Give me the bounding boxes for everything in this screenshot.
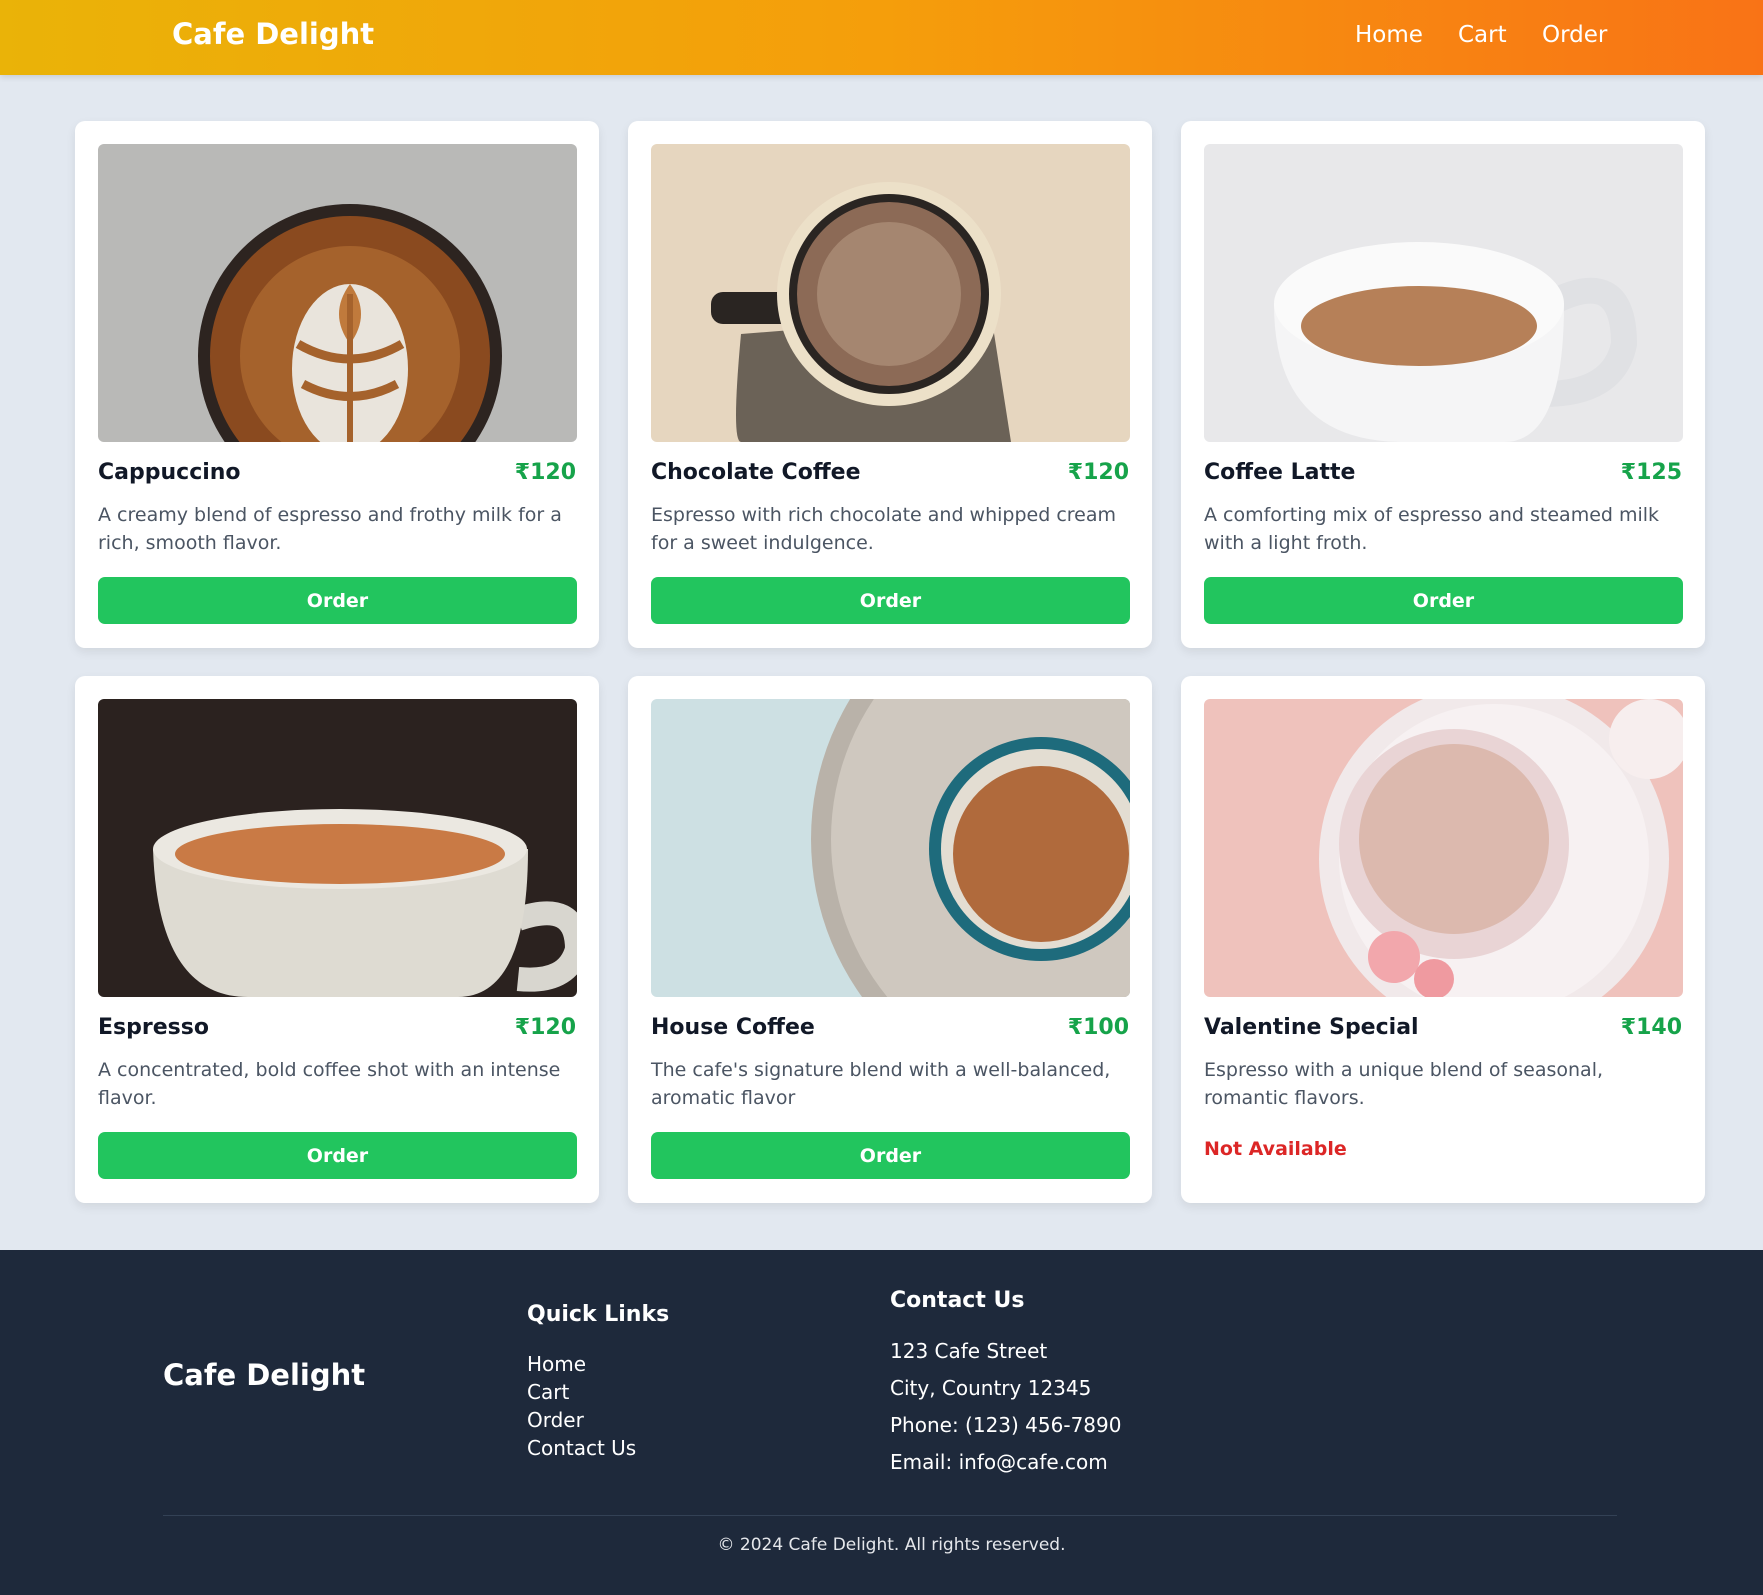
- contact-heading: Contact Us: [890, 1288, 1025, 1313]
- product-description: Espresso with a unique blend of seasonal…: [1204, 1059, 1604, 1109]
- contact-city: City, Country 12345: [890, 1376, 1092, 1400]
- product-name: Valentine Special: [1204, 1015, 1419, 1040]
- footer-link-cart[interactable]: Cart: [527, 1380, 569, 1404]
- product-price: ₹125: [1620, 460, 1682, 485]
- footer-divider: [163, 1515, 1617, 1516]
- product-price: ₹100: [1067, 1015, 1129, 1040]
- nav-cart[interactable]: Cart: [1458, 22, 1507, 48]
- product-card-house-coffee: House Coffee ₹100 The cafe's signature b…: [628, 676, 1152, 1203]
- brand-logo[interactable]: Cafe Delight: [172, 17, 374, 51]
- contact-address: 123 Cafe Street: [890, 1339, 1048, 1363]
- contact-email: Email: info@cafe.com: [890, 1450, 1108, 1474]
- order-button-cappuccino[interactable]: Order: [98, 577, 577, 624]
- nav-home[interactable]: Home: [1355, 22, 1423, 48]
- product-name: House Coffee: [651, 1015, 815, 1040]
- product-description: A comforting mix of espresso and steamed…: [1204, 504, 1660, 554]
- product-price: ₹120: [514, 460, 576, 485]
- product-name: Espresso: [98, 1015, 209, 1040]
- espresso-photo: [98, 699, 577, 997]
- order-button-espresso[interactable]: Order: [98, 1132, 577, 1179]
- product-card-coffee-latte: Coffee Latte ₹125 A comforting mix of es…: [1181, 121, 1705, 648]
- product-name: Chocolate Coffee: [651, 460, 861, 485]
- house-coffee-photo: [651, 699, 1130, 997]
- copyright-text: © 2024 Cafe Delight. All rights reserved…: [717, 1535, 1066, 1555]
- product-name: Coffee Latte: [1204, 460, 1356, 485]
- order-button-coffee-latte[interactable]: Order: [1204, 577, 1683, 624]
- order-button-chocolate-coffee[interactable]: Order: [651, 577, 1130, 624]
- site-header: Cafe Delight Home Cart Order: [0, 0, 1763, 75]
- footer-link-contact[interactable]: Contact Us: [527, 1436, 636, 1460]
- chocolate-coffee-photo: [651, 144, 1130, 442]
- product-card-cappuccino: Cappuccino ₹120 A creamy blend of espres…: [75, 121, 599, 648]
- footer-link-home[interactable]: Home: [527, 1352, 586, 1376]
- product-name: Cappuccino: [98, 460, 241, 485]
- product-description: A creamy blend of espresso and frothy mi…: [98, 504, 562, 554]
- product-card-chocolate-coffee: Chocolate Coffee ₹120 Espresso with rich…: [628, 121, 1152, 648]
- footer-brand: Cafe Delight: [163, 1358, 366, 1392]
- valentine-special-photo: [1204, 699, 1683, 997]
- product-price: ₹120: [514, 1015, 576, 1040]
- product-card-espresso: Espresso ₹120 A concentrated, bold coffe…: [75, 676, 599, 1203]
- product-card-valentine-special: Valentine Special ₹140 Espresso with a u…: [1181, 676, 1705, 1203]
- availability-status: Not Available: [1204, 1138, 1347, 1160]
- footer-link-order[interactable]: Order: [527, 1408, 584, 1432]
- product-description: The cafe's signature blend with a well-b…: [651, 1059, 1111, 1109]
- product-description: A concentrated, bold coffee shot with an…: [98, 1059, 561, 1109]
- quick-links-heading: Quick Links: [527, 1302, 670, 1327]
- product-description: Espresso with rich chocolate and whipped…: [651, 504, 1116, 554]
- nav-order[interactable]: Order: [1542, 22, 1607, 48]
- product-price: ₹120: [1067, 460, 1129, 485]
- order-button-house-coffee[interactable]: Order: [651, 1132, 1130, 1179]
- site-footer: Cafe Delight Quick Links Home Cart Order…: [0, 1250, 1763, 1595]
- coffee-latte-photo: [1204, 144, 1683, 442]
- contact-phone: Phone: (123) 456-7890: [890, 1413, 1122, 1437]
- product-price: ₹140: [1620, 1015, 1682, 1040]
- cappuccino-photo: [98, 144, 577, 442]
